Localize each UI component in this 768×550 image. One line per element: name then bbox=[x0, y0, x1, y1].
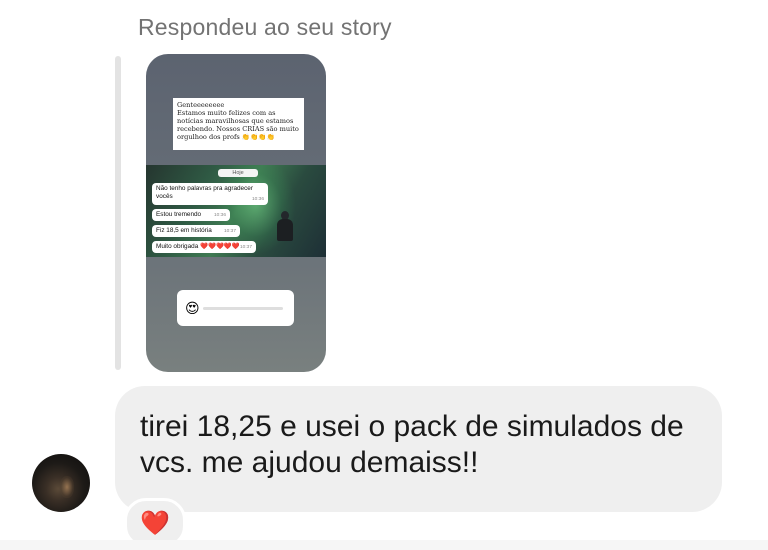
chat-message-text: Não tenho palavras pra agradecer vocês bbox=[156, 185, 253, 200]
chat-message-time: 10:37 bbox=[223, 229, 236, 234]
chat-message: Muito obrigada ❤️❤️❤️❤️❤️ 10:37 bbox=[152, 241, 256, 253]
bottom-divider bbox=[0, 540, 768, 550]
story-preview[interactable]: Genteeeeeeee Estamos muito felizes com a… bbox=[146, 54, 326, 372]
person-silhouette bbox=[276, 211, 294, 241]
reply-indicator-bar bbox=[115, 56, 121, 370]
story-chat-screenshot: Hoje Não tenho palavras pra agradecer vo… bbox=[146, 165, 326, 257]
chat-message-time: 10:37 bbox=[239, 245, 252, 250]
story-text-note: Genteeeeeeee Estamos muito felizes com a… bbox=[173, 98, 304, 150]
chat-message-time: 10:36 bbox=[213, 213, 226, 218]
slider-track bbox=[203, 307, 283, 310]
heart-eyes-emoji-icon: 😍 bbox=[185, 300, 200, 316]
emoji-slider-sticker: 😍 bbox=[177, 290, 294, 326]
reply-context-label: Respondeu ao seu story bbox=[138, 14, 392, 40]
chat-message-text: Estou tremendo bbox=[156, 211, 202, 218]
message-text: tirei 18,25 e usei o pack de simulados d… bbox=[140, 410, 684, 479]
avatar[interactable] bbox=[32, 454, 90, 512]
story-note-text: Genteeeeeeee Estamos muito felizes com a… bbox=[177, 101, 299, 141]
message-bubble[interactable]: tirei 18,25 e usei o pack de simulados d… bbox=[115, 386, 722, 512]
chat-date-badge: Hoje bbox=[218, 169, 258, 177]
chat-message: Não tenho palavras pra agradecer vocês 1… bbox=[152, 183, 268, 205]
chat-message: Fiz 18,5 em história 10:37 bbox=[152, 225, 240, 237]
chat-message: Estou tremendo 10:36 bbox=[152, 209, 230, 221]
chat-message-text: Muito obrigada ❤️❤️❤️❤️❤️ bbox=[156, 243, 240, 250]
chat-message-time: 10:36 bbox=[251, 197, 264, 202]
chat-message-text: Fiz 18,5 em história bbox=[156, 227, 212, 234]
